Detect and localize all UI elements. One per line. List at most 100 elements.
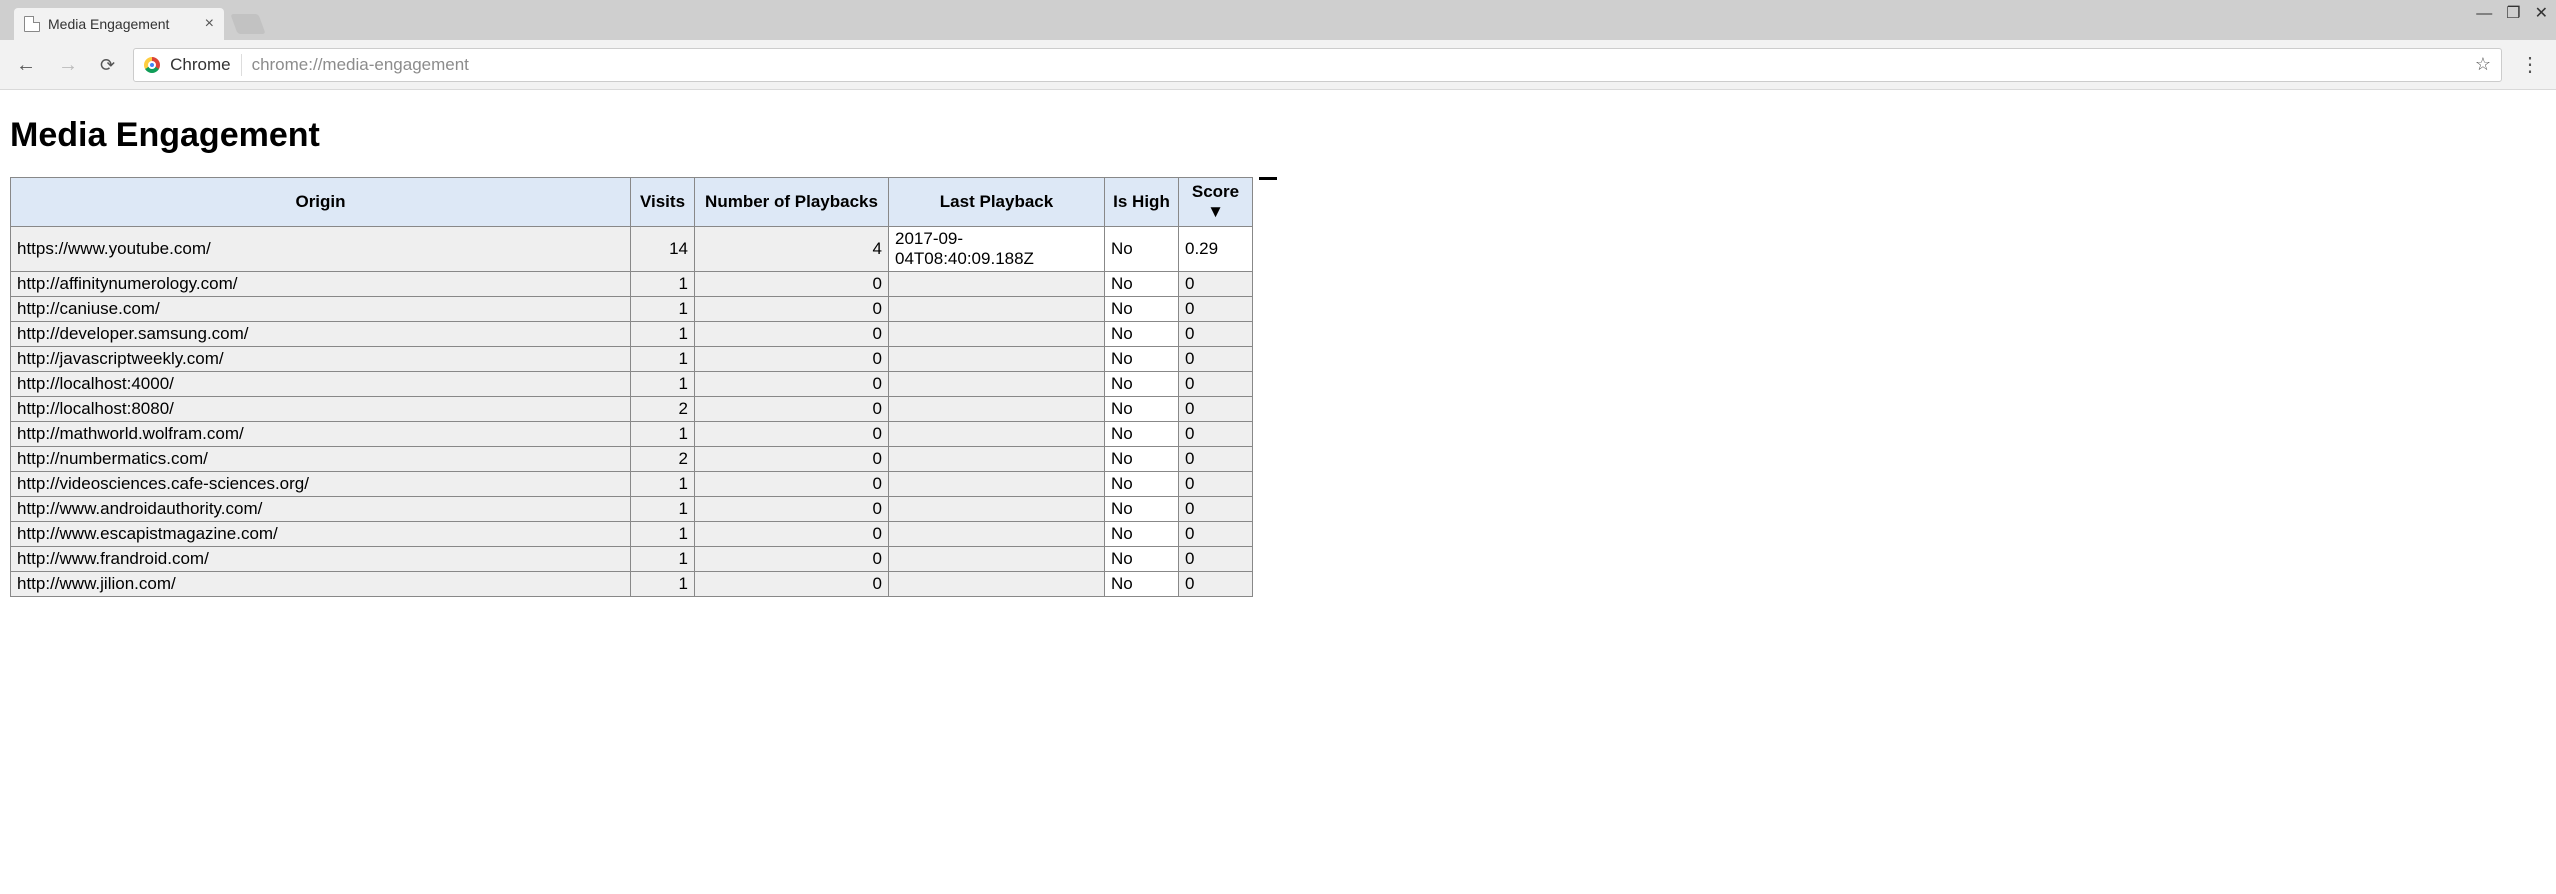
cell-visits: 2 <box>631 447 695 472</box>
cell-score: 0 <box>1179 272 1253 297</box>
browser-tab[interactable]: Media Engagement × <box>14 8 224 40</box>
page-icon <box>24 16 40 32</box>
cell-is-high: No <box>1105 372 1179 397</box>
cell-origin: http://www.jilion.com/ <box>11 572 631 597</box>
tab-title: Media Engagement <box>48 16 169 32</box>
table-row: http://videosciences.cafe-sciences.org/1… <box>11 472 1253 497</box>
cell-is-high: No <box>1105 347 1179 372</box>
cell-playbacks: 0 <box>695 347 889 372</box>
omnibox-divider <box>241 54 242 76</box>
col-header-visits[interactable]: Visits <box>631 178 695 227</box>
cell-playbacks: 0 <box>695 472 889 497</box>
browser-menu-icon[interactable]: ⋮ <box>2516 52 2544 77</box>
cell-score: 0 <box>1179 422 1253 447</box>
cell-last-playback: 2017-09-04T08:40:09.188Z <box>889 227 1105 272</box>
cell-origin: http://javascriptweekly.com/ <box>11 347 631 372</box>
cell-score: 0.29 <box>1179 227 1253 272</box>
cell-score: 0 <box>1179 372 1253 397</box>
cell-playbacks: 0 <box>695 572 889 597</box>
cell-score: 0 <box>1179 297 1253 322</box>
minimize-icon[interactable]: ― <box>2476 6 2492 22</box>
table-row: http://localhost:8080/20No0 <box>11 397 1253 422</box>
back-button[interactable]: ← <box>12 51 40 79</box>
cell-is-high: No <box>1105 227 1179 272</box>
media-engagement-table: Origin Visits Number of Playbacks Last P… <box>10 177 1253 597</box>
cell-playbacks: 0 <box>695 322 889 347</box>
cell-score: 0 <box>1179 497 1253 522</box>
cell-score: 0 <box>1179 547 1253 572</box>
cell-last-playback <box>889 322 1105 347</box>
cell-visits: 1 <box>631 372 695 397</box>
cell-visits: 1 <box>631 497 695 522</box>
table-row: http://caniuse.com/10No0 <box>11 297 1253 322</box>
cell-origin: http://developer.samsung.com/ <box>11 322 631 347</box>
cell-playbacks: 0 <box>695 422 889 447</box>
cell-origin: http://numbermatics.com/ <box>11 447 631 472</box>
col-header-is-high[interactable]: Is High <box>1105 178 1179 227</box>
close-window-icon[interactable]: ✕ <box>2535 6 2548 22</box>
address-bar[interactable]: Chrome chrome://media-engagement ☆ <box>133 48 2502 82</box>
cell-origin: http://caniuse.com/ <box>11 297 631 322</box>
cell-origin: http://www.frandroid.com/ <box>11 547 631 572</box>
cell-last-playback <box>889 372 1105 397</box>
tab-strip: Media Engagement × ― ❐ ✕ <box>0 0 2556 40</box>
cell-score: 0 <box>1179 397 1253 422</box>
forward-button[interactable]: → <box>54 51 82 79</box>
table-row: http://developer.samsung.com/10No0 <box>11 322 1253 347</box>
cell-origin: http://www.androidauthority.com/ <box>11 497 631 522</box>
cell-visits: 1 <box>631 347 695 372</box>
table-row: http://www.androidauthority.com/10No0 <box>11 497 1253 522</box>
cell-playbacks: 0 <box>695 372 889 397</box>
col-header-score[interactable]: Score ▼ <box>1179 178 1253 227</box>
cell-origin: http://localhost:8080/ <box>11 397 631 422</box>
table-row: http://numbermatics.com/20No0 <box>11 447 1253 472</box>
cell-last-playback <box>889 272 1105 297</box>
cell-last-playback <box>889 422 1105 447</box>
table-row: http://www.jilion.com/10No0 <box>11 572 1253 597</box>
page-title: Media Engagement <box>10 116 2546 155</box>
cell-last-playback <box>889 497 1105 522</box>
cell-visits: 1 <box>631 272 695 297</box>
cell-is-high: No <box>1105 447 1179 472</box>
col-header-playbacks[interactable]: Number of Playbacks <box>695 178 889 227</box>
cell-visits: 1 <box>631 547 695 572</box>
cell-last-playback <box>889 572 1105 597</box>
cell-is-high: No <box>1105 572 1179 597</box>
cell-last-playback <box>889 347 1105 372</box>
maximize-icon[interactable]: ❐ <box>2506 6 2520 22</box>
cell-is-high: No <box>1105 322 1179 347</box>
cell-visits: 2 <box>631 397 695 422</box>
cell-playbacks: 0 <box>695 397 889 422</box>
reload-button[interactable]: ⟳ <box>96 52 119 78</box>
col-header-origin[interactable]: Origin <box>11 178 631 227</box>
table-row: http://mathworld.wolfram.com/10No0 <box>11 422 1253 447</box>
cell-last-playback <box>889 297 1105 322</box>
cell-playbacks: 0 <box>695 447 889 472</box>
cell-score: 0 <box>1179 522 1253 547</box>
cell-origin: https://www.youtube.com/ <box>11 227 631 272</box>
table-row: https://www.youtube.com/1442017-09-04T08… <box>11 227 1253 272</box>
bookmark-star-icon[interactable]: ☆ <box>2475 54 2491 75</box>
cell-is-high: No <box>1105 522 1179 547</box>
table-row: http://javascriptweekly.com/10No0 <box>11 347 1253 372</box>
cell-is-high: No <box>1105 272 1179 297</box>
cell-last-playback <box>889 447 1105 472</box>
cell-last-playback <box>889 472 1105 497</box>
cell-is-high: No <box>1105 472 1179 497</box>
cell-origin: http://affinitynumerology.com/ <box>11 272 631 297</box>
cell-is-high: No <box>1105 397 1179 422</box>
cell-visits: 1 <box>631 572 695 597</box>
cell-visits: 1 <box>631 522 695 547</box>
new-tab-button[interactable] <box>230 14 265 34</box>
table-row: http://affinitynumerology.com/10No0 <box>11 272 1253 297</box>
cell-last-playback <box>889 522 1105 547</box>
col-header-last[interactable]: Last Playback <box>889 178 1105 227</box>
cell-origin: http://mathworld.wolfram.com/ <box>11 422 631 447</box>
cell-playbacks: 0 <box>695 522 889 547</box>
cell-score: 0 <box>1179 447 1253 472</box>
cell-origin: http://localhost:4000/ <box>11 372 631 397</box>
url-scheme-label: Chrome <box>170 55 230 75</box>
chrome-icon <box>144 57 160 73</box>
close-tab-icon[interactable]: × <box>205 16 214 32</box>
cell-playbacks: 0 <box>695 547 889 572</box>
